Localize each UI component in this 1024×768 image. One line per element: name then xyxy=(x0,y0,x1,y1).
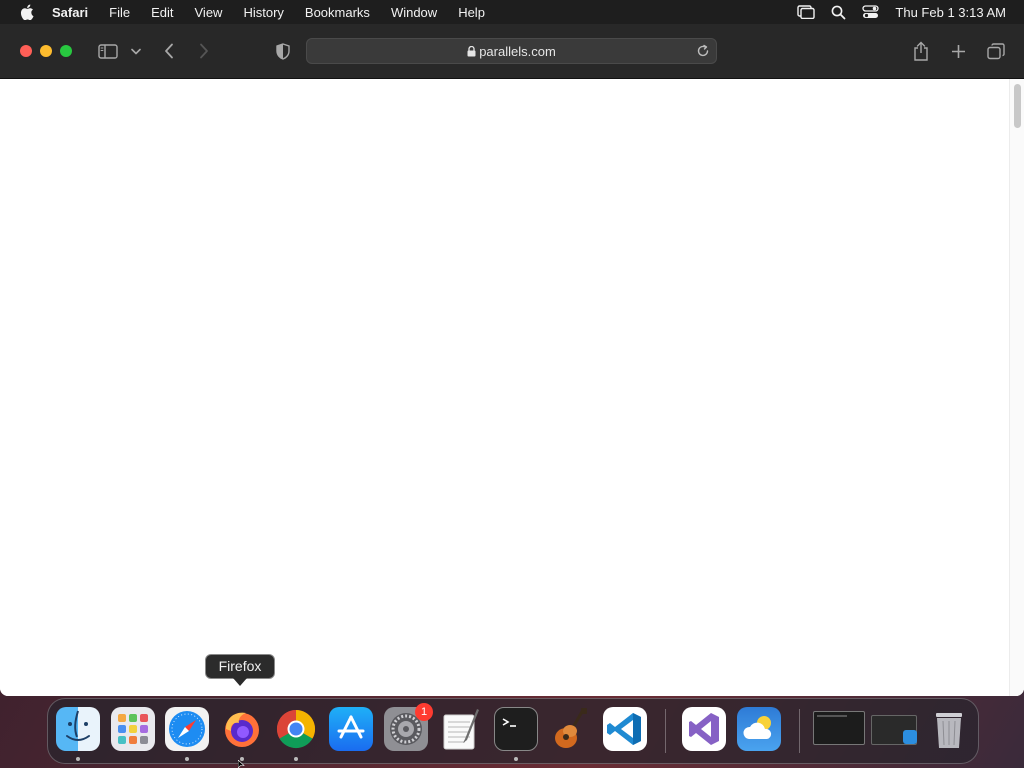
tab-overview-icon[interactable] xyxy=(986,39,1006,63)
address-bar[interactable]: parallels.com xyxy=(306,38,717,64)
maximize-window-button[interactable] xyxy=(60,45,72,57)
parallels-badge-icon xyxy=(903,730,917,744)
weather-icon[interactable] xyxy=(737,707,781,751)
garageband-icon[interactable] xyxy=(548,707,592,751)
privacy-shield-icon[interactable] xyxy=(274,39,292,63)
visual-studio-icon[interactable] xyxy=(682,707,726,751)
screen-mirroring-icon[interactable] xyxy=(797,5,816,19)
settings-notification-badge: 1 xyxy=(415,703,433,721)
control-center-icon[interactable] xyxy=(862,5,880,19)
trash-icon[interactable] xyxy=(927,707,971,751)
address-url[interactable]: parallels.com xyxy=(307,44,716,59)
finder-icon[interactable] xyxy=(56,707,100,751)
safari-icon[interactable] xyxy=(165,707,209,751)
menu-file[interactable]: File xyxy=(109,5,130,20)
share-icon[interactable] xyxy=(912,39,930,63)
menu-edit[interactable]: Edit xyxy=(151,5,173,20)
terminal-running-dot xyxy=(514,757,518,761)
menu-bar: Safari File Edit View History Bookmarks … xyxy=(0,0,1024,24)
textedit-icon[interactable] xyxy=(439,707,483,751)
settings-badge-count: 1 xyxy=(420,706,428,718)
menu-window[interactable]: Window xyxy=(391,5,437,20)
forward-button-icon[interactable] xyxy=(195,39,213,63)
menu-help[interactable]: Help xyxy=(458,5,485,20)
safari-running-dot xyxy=(185,757,189,761)
url-text: parallels.com xyxy=(479,44,556,59)
lock-icon xyxy=(467,45,476,57)
chrome-running-dot xyxy=(294,757,298,761)
safari-window: parallels.com xyxy=(0,24,1024,696)
vertical-scrollbar-thumb[interactable] xyxy=(1014,84,1021,128)
menu-app-name[interactable]: Safari xyxy=(52,5,88,20)
menu-view[interactable]: View xyxy=(195,5,223,20)
spotlight-search-icon[interactable] xyxy=(831,5,846,20)
dock-separator-2 xyxy=(799,709,800,753)
sidebar-toggle-icon[interactable] xyxy=(97,39,119,63)
new-tab-plus-icon[interactable] xyxy=(949,39,967,63)
apple-menu-icon[interactable] xyxy=(20,4,34,20)
parallels-window[interactable] xyxy=(871,715,917,745)
app-store-icon[interactable] xyxy=(329,707,373,751)
system-settings-icon[interactable]: 1 xyxy=(384,703,433,751)
minimized-window-line xyxy=(817,715,847,717)
minimized-window[interactable] xyxy=(813,711,865,745)
finder-running-dot xyxy=(76,757,80,761)
dock: 1 xyxy=(47,698,979,764)
web-content[interactable] xyxy=(0,79,1024,696)
firefox-icon[interactable] xyxy=(220,707,264,751)
chrome-icon[interactable] xyxy=(274,707,318,751)
dock-tooltip: Firefox xyxy=(205,654,275,679)
mouse-pointer-icon xyxy=(238,760,245,768)
reload-icon[interactable] xyxy=(696,44,710,58)
dock-tooltip-arrow xyxy=(233,678,247,686)
tab-group-chevron-down-icon[interactable] xyxy=(129,39,143,63)
vscode-icon[interactable] xyxy=(603,707,647,751)
launchpad-icon[interactable] xyxy=(111,707,155,751)
safari-toolbar: parallels.com xyxy=(0,24,1024,79)
vertical-scroll-track[interactable] xyxy=(1009,79,1024,696)
dock-separator xyxy=(665,709,666,753)
terminal-icon[interactable] xyxy=(494,707,538,751)
menu-bar-clock[interactable]: Thu Feb 1 3:13 AM xyxy=(895,5,1006,20)
minimize-window-button[interactable] xyxy=(40,45,52,57)
menu-history[interactable]: History xyxy=(243,5,283,20)
back-button-icon[interactable] xyxy=(160,39,178,63)
close-window-button[interactable] xyxy=(20,45,32,57)
menu-bookmarks[interactable]: Bookmarks xyxy=(305,5,370,20)
